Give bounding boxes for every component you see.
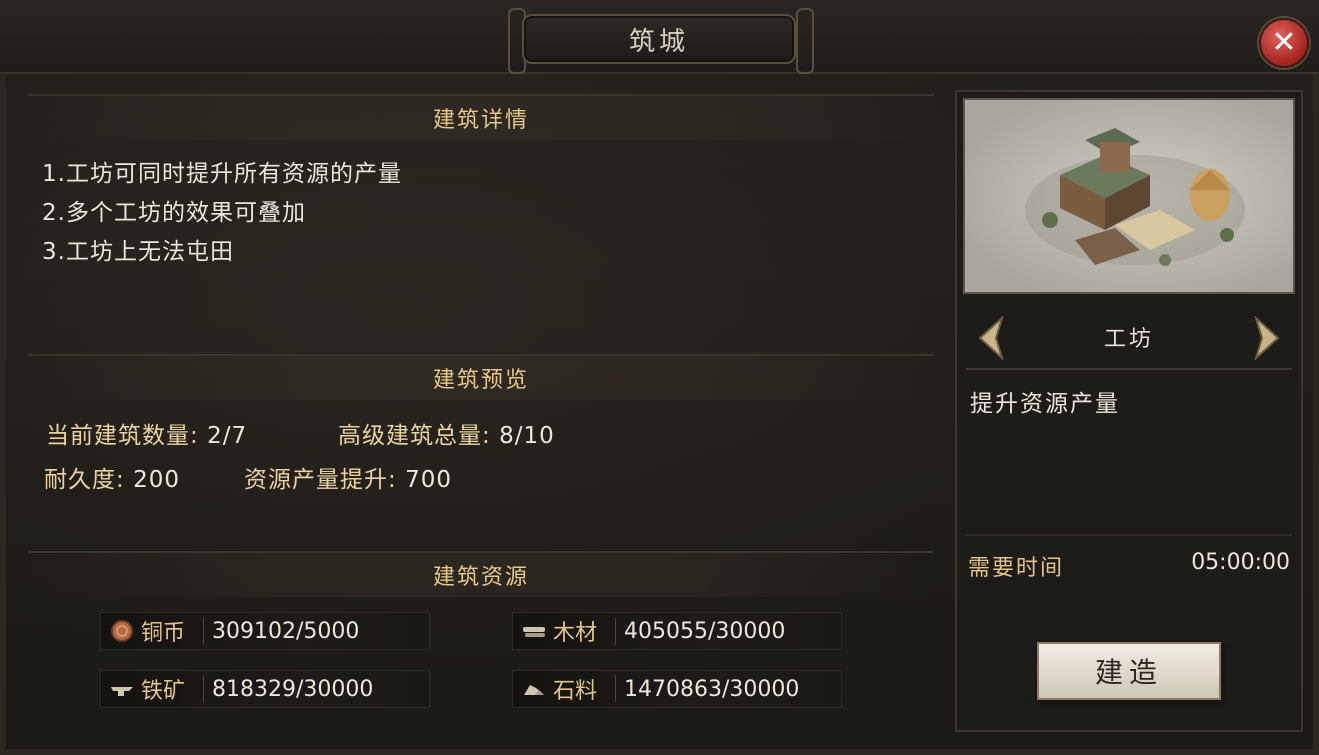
coin-name: 铜币 bbox=[141, 621, 186, 646]
building-name: 工坊 bbox=[1103, 327, 1154, 352]
resource-coin: 铜币 309102/5000 bbox=[100, 612, 430, 650]
resource-wood: 木材 405055/30000 bbox=[512, 612, 842, 650]
resource-boost-value: 700 bbox=[405, 467, 452, 493]
build-button[interactable]: 建造 bbox=[1037, 642, 1221, 700]
resource-iron: 铁矿 818329/30000 bbox=[100, 670, 430, 708]
title-ornament-right bbox=[796, 8, 814, 74]
build-time-value: 05:00:00 bbox=[1191, 550, 1290, 575]
iron-icon bbox=[109, 677, 135, 701]
stone-value: 1470863/30000 bbox=[624, 676, 800, 702]
stone-name: 石料 bbox=[553, 679, 598, 704]
coin-icon bbox=[109, 619, 135, 643]
current-count-stat: 当前建筑数量: 2/7 bbox=[46, 416, 247, 450]
advanced-total-value: 8/10 bbox=[499, 423, 555, 449]
divider bbox=[615, 675, 616, 703]
divider bbox=[615, 617, 616, 645]
building-preview-image bbox=[963, 98, 1295, 294]
close-button[interactable]: ✕ bbox=[1259, 18, 1309, 68]
next-building-button[interactable] bbox=[1252, 314, 1282, 362]
build-time-row: 需要时间 05:00:00 bbox=[966, 534, 1292, 592]
build-time-label: 需要时间 bbox=[968, 556, 1065, 581]
wood-name: 木材 bbox=[553, 621, 598, 646]
current-count-value: 2/7 bbox=[207, 423, 248, 449]
iron-value: 818329/30000 bbox=[212, 676, 374, 702]
building-description: 提升资源产量 bbox=[970, 391, 1120, 417]
resource-stone: 石料 1470863/30000 bbox=[512, 670, 842, 708]
close-icon: ✕ bbox=[1271, 25, 1297, 60]
resource-boost-label: 资源产量提升: bbox=[244, 467, 397, 493]
details-line-3: 3.工坊上无法屯田 bbox=[42, 239, 234, 265]
details-line-2: 2.多个工坊的效果可叠加 bbox=[42, 200, 306, 226]
durability-label: 耐久度: bbox=[44, 467, 125, 493]
durability-stat: 耐久度: 200 bbox=[44, 460, 180, 494]
stone-icon bbox=[521, 677, 547, 701]
details-line-1: 1.工坊可同时提升所有资源的产量 bbox=[42, 161, 402, 187]
resources-heading: 建筑资源 bbox=[28, 551, 934, 597]
advanced-total-stat: 高级建筑总量: 8/10 bbox=[338, 416, 555, 450]
divider bbox=[203, 675, 204, 703]
preview-heading: 建筑预览 bbox=[28, 354, 934, 400]
building-selector: 工坊 bbox=[966, 306, 1292, 370]
durability-value: 200 bbox=[133, 467, 180, 493]
window-title: 筑城 bbox=[522, 14, 796, 64]
coin-value: 309102/5000 bbox=[212, 618, 360, 644]
wood-icon bbox=[521, 619, 547, 643]
wood-value: 405055/30000 bbox=[624, 618, 786, 644]
details-heading: 建筑详情 bbox=[28, 94, 934, 140]
divider bbox=[203, 617, 204, 645]
advanced-total-label: 高级建筑总量: bbox=[338, 423, 491, 449]
iron-name: 铁矿 bbox=[141, 679, 186, 704]
resource-boost-stat: 资源产量提升: 700 bbox=[244, 460, 452, 494]
current-count-label: 当前建筑数量: bbox=[46, 423, 199, 449]
chevron-right-icon bbox=[1254, 314, 1280, 362]
